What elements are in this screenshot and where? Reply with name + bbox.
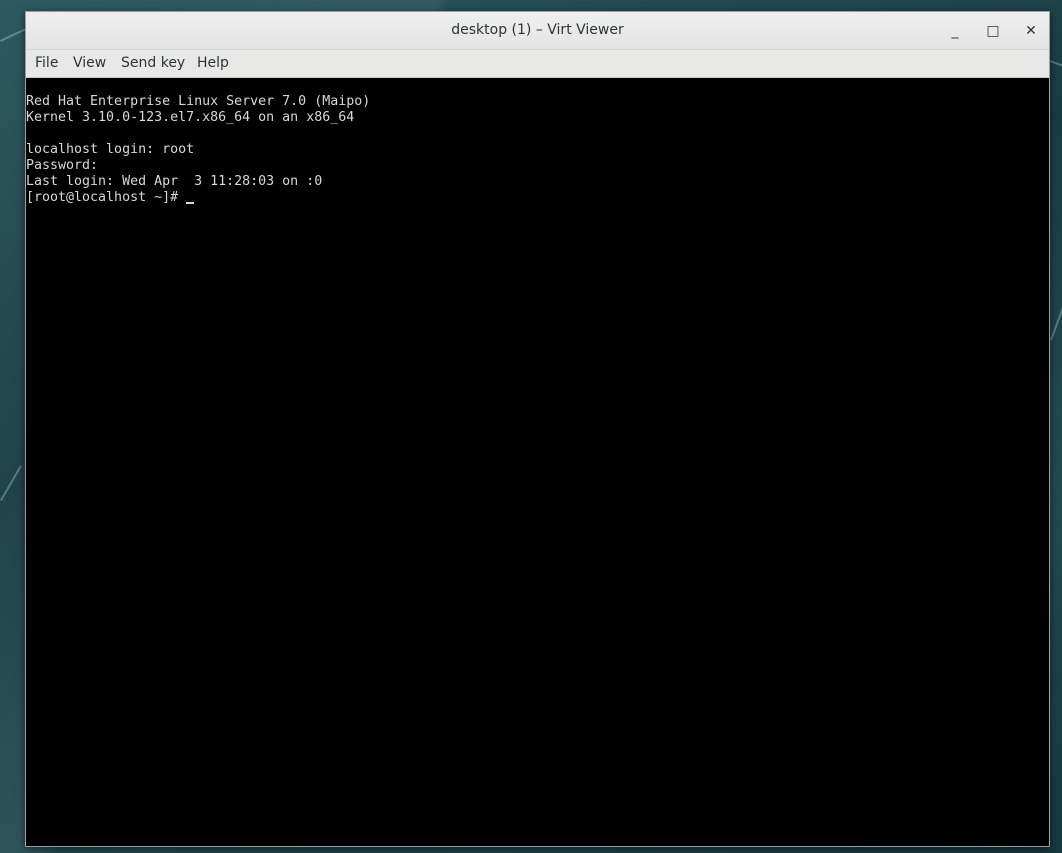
shell-prompt: [root@localhost ~]#	[26, 190, 187, 205]
console-line: Kernel 3.10.0-123.el7.x86_64 on an x86_6…	[26, 110, 355, 125]
minimize-icon: _	[951, 23, 959, 39]
title-bar[interactable]: desktop (1) – Virt Viewer _ □ ✕	[26, 12, 1049, 50]
console-line: Password:	[26, 158, 99, 173]
wallpaper-streak	[1050, 283, 1062, 341]
menu-send-key[interactable]: Send key	[121, 55, 185, 71]
menu-view[interactable]: View	[73, 55, 106, 71]
maximize-button[interactable]: □	[982, 20, 1004, 42]
wallpaper-streak	[1049, 60, 1062, 69]
console-line: Last login: Wed Apr 3 11:28:03 on :0	[26, 174, 323, 189]
menu-file[interactable]: File	[35, 55, 58, 71]
console-line: localhost login: root	[26, 142, 195, 157]
virt-viewer-window: desktop (1) – Virt Viewer _ □ ✕ File Vie…	[25, 11, 1050, 847]
wallpaper-streak	[0, 465, 22, 501]
window-title: desktop (1) – Virt Viewer	[451, 22, 624, 38]
console-prompt-line: [root@localhost ~]#	[26, 190, 195, 206]
close-icon: ✕	[1025, 23, 1037, 39]
maximize-icon: □	[986, 23, 1000, 39]
menu-bar: File View Send key Help	[26, 50, 1049, 78]
minimize-button[interactable]: _	[944, 20, 966, 42]
close-button[interactable]: ✕	[1020, 20, 1042, 42]
vm-console-display[interactable]: Red Hat Enterprise Linux Server 7.0 (Mai…	[26, 78, 1049, 846]
text-cursor	[186, 202, 195, 204]
console-line: Red Hat Enterprise Linux Server 7.0 (Mai…	[26, 94, 371, 109]
menu-help[interactable]: Help	[197, 55, 229, 71]
